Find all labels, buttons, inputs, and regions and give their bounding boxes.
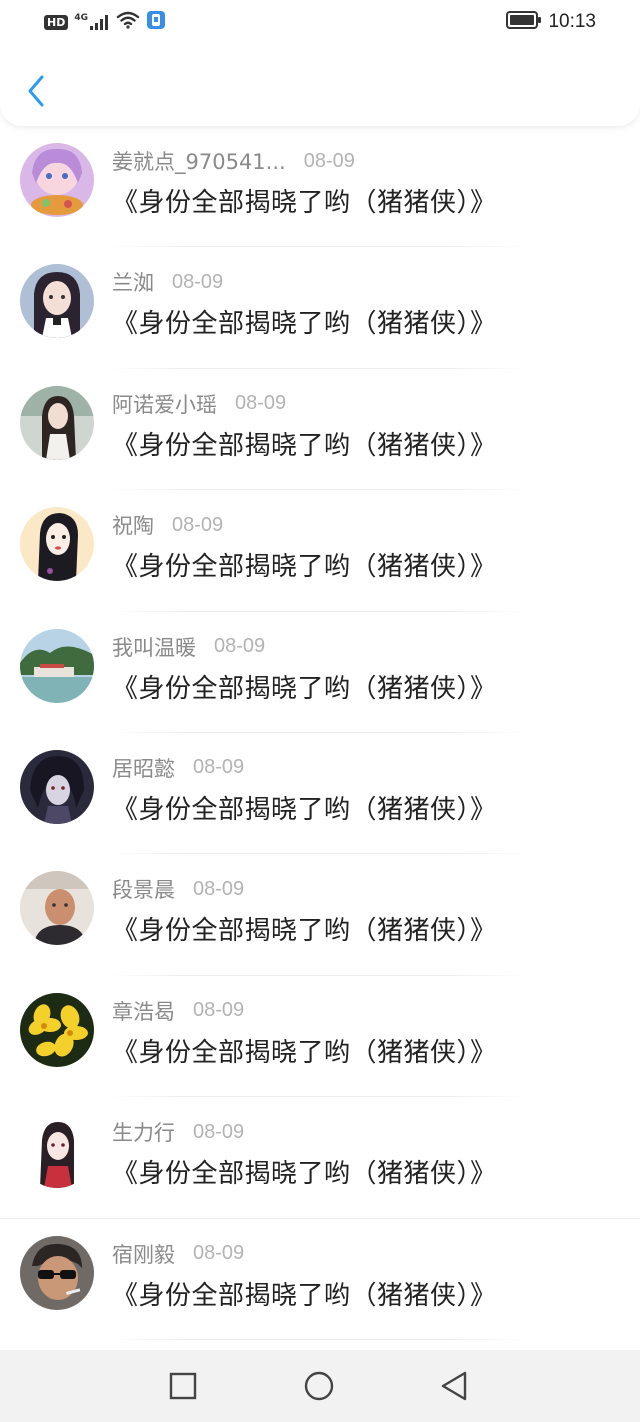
list-item[interactable]: 生力行 08-09 《身份全部揭晓了哟（猪猪侠）》 bbox=[0, 1097, 640, 1219]
user-name[interactable]: 居昭懿 bbox=[112, 753, 175, 783]
list-item[interactable]: 姜就点_970541... 08-09 《身份全部揭晓了哟（猪猪侠）》 bbox=[0, 126, 640, 248]
user-name[interactable]: 生力行 bbox=[112, 1117, 175, 1147]
post-date: 08-09 bbox=[214, 635, 266, 658]
wifi-icon bbox=[116, 11, 140, 33]
avatar[interactable] bbox=[20, 628, 94, 703]
item-title[interactable]: 《身份全部揭晓了哟（猪猪侠）》 bbox=[112, 1153, 497, 1190]
avatar-image bbox=[20, 628, 94, 703]
avatar-image bbox=[20, 507, 94, 582]
avatar[interactable] bbox=[20, 385, 94, 460]
list-item[interactable]: 兰洳 08-09 《身份全部揭晓了哟（猪猪侠）》 bbox=[0, 247, 640, 369]
hd-badge: HD bbox=[44, 14, 69, 30]
item-meta: 姜就点_970541... 08-09 bbox=[112, 146, 355, 176]
post-date: 08-09 bbox=[172, 270, 224, 293]
back-button[interactable] bbox=[18, 70, 54, 112]
avatar[interactable] bbox=[20, 507, 94, 582]
item-meta: 宿刚毅 08-09 bbox=[112, 1239, 244, 1269]
avatar-image bbox=[20, 871, 94, 946]
post-date: 08-09 bbox=[235, 392, 287, 415]
item-title[interactable]: 《身份全部揭晓了哟（猪猪侠）》 bbox=[112, 668, 497, 705]
item-title[interactable]: 《身份全部揭晓了哟（猪猪侠）》 bbox=[112, 425, 497, 462]
avatar[interactable] bbox=[20, 749, 94, 824]
avatar-image bbox=[20, 1235, 94, 1310]
list-item[interactable]: 宿刚毅 08-09 《身份全部揭晓了哟（猪猪侠）》 bbox=[0, 1219, 640, 1340]
avatar-image bbox=[20, 992, 94, 1067]
comment-list: 姜就点_970541... 08-09 《身份全部揭晓了哟（猪猪侠）》 兰洳 08-0… bbox=[0, 126, 640, 1340]
item-title[interactable]: 《身份全部揭晓了哟（猪猪侠）》 bbox=[112, 1275, 497, 1312]
app-root: HD 4G 10:13 姜就点_970541... 08-09 《身份全部揭晓了… bbox=[0, 0, 640, 1422]
list-item[interactable]: 我叫温暖 08-09 《身份全部揭晓了哟（猪猪侠）》 bbox=[0, 612, 640, 733]
system-navigation-bar bbox=[0, 1350, 640, 1422]
item-meta: 章浩曷 08-09 bbox=[112, 996, 244, 1026]
item-title[interactable]: 《身份全部揭晓了哟（猪猪侠）》 bbox=[112, 789, 497, 826]
avatar-image bbox=[20, 1114, 94, 1189]
list-item[interactable]: 阿诺爱小瑶 08-09 《身份全部揭晓了哟（猪猪侠）》 bbox=[0, 369, 640, 491]
item-title[interactable]: 《身份全部揭晓了哟（猪猪侠）》 bbox=[112, 182, 497, 219]
status-bar: HD 4G 10:13 bbox=[0, 0, 640, 44]
item-meta: 我叫温暖 08-09 bbox=[112, 632, 265, 662]
avatar-image bbox=[20, 749, 94, 824]
circle-icon bbox=[304, 1371, 334, 1401]
user-name[interactable]: 姜就点_970541... bbox=[112, 146, 286, 176]
avatar-image bbox=[20, 385, 94, 460]
user-name[interactable]: 宿刚毅 bbox=[112, 1239, 175, 1269]
item-meta: 段景晨 08-09 bbox=[112, 874, 244, 904]
post-date: 08-09 bbox=[172, 513, 224, 536]
user-name[interactable]: 我叫温暖 bbox=[112, 632, 196, 662]
battery-icon bbox=[506, 11, 542, 33]
recents-button[interactable] bbox=[167, 1370, 199, 1402]
post-date: 08-09 bbox=[193, 877, 245, 900]
user-name[interactable]: 兰洳 bbox=[112, 267, 154, 297]
avatar[interactable] bbox=[20, 871, 94, 946]
signal-icon bbox=[90, 15, 108, 30]
list-item[interactable]: 居昭懿 08-09 《身份全部揭晓了哟（猪猪侠）》 bbox=[0, 733, 640, 855]
post-date: 08-09 bbox=[193, 1120, 245, 1143]
triangle-back-icon bbox=[441, 1371, 467, 1401]
post-date: 08-09 bbox=[303, 149, 355, 172]
post-date: 08-09 bbox=[193, 999, 245, 1022]
list-item[interactable]: 祝陶 08-09 《身份全部揭晓了哟（猪猪侠）》 bbox=[0, 490, 640, 612]
list-item[interactable]: 章浩曷 08-09 《身份全部揭晓了哟（猪猪侠）》 bbox=[0, 976, 640, 1098]
avatar[interactable] bbox=[20, 992, 94, 1067]
item-meta: 阿诺爱小瑶 08-09 bbox=[112, 389, 286, 419]
post-date: 08-09 bbox=[193, 1242, 245, 1265]
avatar[interactable] bbox=[20, 264, 94, 339]
item-title[interactable]: 《身份全部揭晓了哟（猪猪侠）》 bbox=[112, 303, 497, 340]
square-icon bbox=[169, 1372, 197, 1400]
avatar[interactable] bbox=[20, 1114, 94, 1189]
item-title[interactable]: 《身份全部揭晓了哟（猪猪侠）》 bbox=[112, 1032, 497, 1069]
item-title[interactable]: 《身份全部揭晓了哟（猪猪侠）》 bbox=[112, 910, 497, 947]
avatar[interactable] bbox=[20, 143, 94, 217]
item-title[interactable]: 《身份全部揭晓了哟（猪猪侠）》 bbox=[112, 546, 497, 583]
home-button[interactable] bbox=[303, 1370, 335, 1402]
item-meta: 祝陶 08-09 bbox=[112, 510, 223, 540]
nav-back-button[interactable] bbox=[438, 1370, 470, 1402]
row-divider bbox=[105, 1338, 530, 1340]
user-name[interactable]: 祝陶 bbox=[112, 510, 154, 540]
item-meta: 兰洳 08-09 bbox=[112, 267, 223, 297]
network-label: 4G bbox=[74, 13, 88, 23]
chevron-left-icon bbox=[28, 75, 44, 107]
user-name[interactable]: 段景晨 bbox=[112, 874, 175, 904]
post-date: 08-09 bbox=[193, 756, 245, 779]
app-notification-icon bbox=[146, 10, 166, 34]
user-name[interactable]: 章浩曷 bbox=[112, 996, 175, 1026]
list-item[interactable]: 段景晨 08-09 《身份全部揭晓了哟（猪猪侠）》 bbox=[0, 854, 640, 976]
item-meta: 生力行 08-09 bbox=[112, 1117, 244, 1147]
top-header: HD 4G 10:13 bbox=[0, 0, 640, 126]
avatar[interactable] bbox=[20, 1235, 94, 1310]
avatar-image bbox=[20, 143, 94, 217]
status-left: HD 4G bbox=[44, 10, 166, 34]
item-meta: 居昭懿 08-09 bbox=[112, 753, 244, 783]
network-4g-icon: 4G bbox=[74, 14, 110, 30]
status-clock: 10:13 bbox=[548, 11, 596, 32]
status-right: 10:13 bbox=[506, 11, 596, 33]
user-name[interactable]: 阿诺爱小瑶 bbox=[112, 389, 217, 419]
avatar-image bbox=[20, 264, 94, 339]
